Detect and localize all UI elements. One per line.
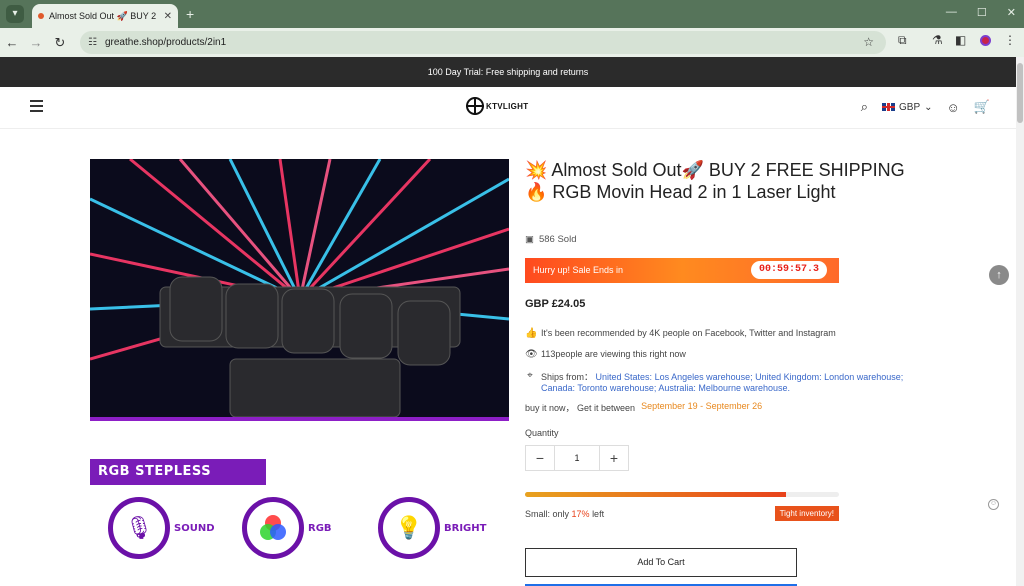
- header-actions: ⌕ GBP ⌄ ☺ 🛒: [861, 99, 990, 115]
- menu-icon[interactable]: [30, 100, 43, 115]
- search-icon[interactable]: ⌕: [861, 99, 868, 115]
- quantity-stepper: − 1 +: [525, 445, 629, 471]
- browser-titlebar: ▾ Almost Sold Out 🚀 BUY 2 FREE SHIPPING …: [0, 0, 1024, 28]
- close-tab-icon[interactable]: ✕: [164, 11, 172, 22]
- feature-label: RGB: [308, 522, 332, 534]
- recommend-line: 👍 It's been recommended by 4K people on …: [525, 328, 945, 339]
- sold-count: ▣ 586 Sold: [525, 234, 945, 245]
- stock-prefix: Small: only: [525, 508, 570, 519]
- stock-progress-bar: [525, 492, 839, 497]
- thumbs-up-icon: 👍: [525, 328, 538, 339]
- tab-title: Almost Sold Out 🚀 BUY 2 FREE SHIPPING: [49, 10, 159, 21]
- site-header: KTVLIGHT ⌕ GBP ⌄ ☺ 🛒: [0, 87, 1016, 129]
- rgb-venn-icon: [260, 515, 286, 540]
- bookmark-star-icon[interactable]: ☆: [863, 35, 874, 49]
- stock-text: Small: only 17% left: [525, 509, 604, 519]
- add-to-cart-button[interactable]: Add To Cart: [525, 548, 797, 577]
- scroll-to-top-button[interactable]: ↑: [989, 265, 1009, 285]
- quantity-input[interactable]: 1: [554, 446, 600, 470]
- extensions-icon[interactable]: ⧉: [898, 33, 907, 48]
- browser-toolbar: ← → ↻ ☷ greathe.shop/products/2in1 ☆: [0, 28, 1024, 57]
- currency-label: GBP: [899, 101, 921, 113]
- page-viewport: 100 Day Trial: Free shipping and returns…: [0, 57, 1016, 586]
- account-icon[interactable]: ☺: [947, 100, 960, 115]
- quantity-plus-button[interactable]: +: [600, 450, 628, 466]
- forward-icon[interactable]: →: [24, 35, 48, 50]
- minimize-icon[interactable]: —: [946, 6, 957, 19]
- browser-menu-icon[interactable]: ⋮: [1004, 33, 1016, 47]
- tab-search-button[interactable]: ▾: [6, 5, 24, 23]
- recommend-text: It's been recommended by 4K people on Fa…: [541, 328, 836, 338]
- tab-favicon-icon: [38, 13, 44, 19]
- reload-icon[interactable]: ↻: [48, 35, 72, 51]
- rgb-stepless-banner: RGB STEPLESS FINGER: [90, 459, 266, 505]
- cart-icon[interactable]: 🛒: [974, 99, 990, 115]
- feature-label: BRIGHT: [444, 522, 487, 534]
- address-bar[interactable]: ☷ greathe.shop/products/2in1 ☆: [80, 31, 886, 54]
- feature-bright: 💡 BRIGHT: [378, 497, 486, 559]
- viewing-text: 113people are viewing this right now: [541, 349, 686, 359]
- feature-sound: 🎙 SOUND: [108, 497, 215, 559]
- product-title: 💥 Almost Sold Out🚀 BUY 2 FREE SHIPPING 🔥…: [525, 159, 945, 203]
- ships-from-line: ⌖ Ships from： United States: Los Angeles…: [525, 370, 925, 393]
- laser-light-photo: [90, 159, 509, 417]
- shop-bag-icon: ▣: [525, 234, 534, 245]
- chat-widget-icon[interactable]: ☺: [988, 499, 999, 510]
- sold-text: 586 Sold: [538, 234, 577, 245]
- currency-selector[interactable]: GBP ⌄: [882, 102, 933, 113]
- maximize-icon[interactable]: ☐: [977, 6, 987, 19]
- close-window-icon[interactable]: ✕: [1007, 6, 1016, 19]
- new-tab-button[interactable]: +: [186, 6, 194, 22]
- quantity-label: Quantity: [525, 428, 559, 438]
- ships-locations: United States: Los Angeles warehouse; Un…: [541, 372, 904, 393]
- page-scrollbar[interactable]: [1016, 57, 1024, 586]
- logo-text: KTVLIGHT: [486, 101, 529, 111]
- feature-rgb: RGB: [242, 497, 332, 559]
- sale-countdown-banner: Hurry up! Sale Ends in 00:59:57.3: [525, 258, 839, 283]
- site-logo[interactable]: KTVLIGHT: [466, 97, 528, 115]
- rgb-circles-icon: [242, 497, 304, 559]
- delivery-prefix: buy it now， Get it between: [525, 403, 636, 413]
- stock-row: Small: only 17% left Tight inventory!: [525, 506, 839, 521]
- globe-logo-icon: [466, 97, 484, 115]
- product-title-line2: 🔥 RGB Movin Head 2 in 1 Laser Light: [525, 182, 836, 202]
- microphone-icon: 🎙: [108, 497, 170, 559]
- countdown-timer: 00:59:57.3: [751, 261, 827, 279]
- profile-avatar[interactable]: [980, 35, 991, 46]
- lightbulb-icon: 💡: [378, 497, 440, 559]
- product-price: GBP £24.05: [525, 298, 586, 310]
- quantity-minus-button[interactable]: −: [526, 450, 554, 466]
- url-text: greathe.shop/products/2in1: [104, 37, 227, 48]
- stock-percent: 17%: [571, 508, 590, 519]
- stock-progress-fill: [525, 492, 786, 497]
- ships-label: Ships from：: [541, 372, 594, 382]
- announcement-bar: 100 Day Trial: Free shipping and returns: [0, 57, 1016, 87]
- active-tab[interactable]: Almost Sold Out 🚀 BUY 2 FREE SHIPPING ✕: [32, 4, 178, 28]
- viewing-line: 👁 113people are viewing this right now: [525, 349, 945, 360]
- site-info-icon[interactable]: ☷: [88, 37, 97, 48]
- tight-inventory-badge: Tight inventory!: [774, 506, 839, 521]
- product-title-line1: 💥 Almost Sold Out🚀 BUY 2 FREE SHIPPING: [525, 160, 905, 180]
- back-icon[interactable]: ←: [0, 35, 24, 50]
- sale-text: Hurry up! Sale Ends in: [533, 265, 624, 275]
- location-pin-icon: ⌖: [527, 370, 533, 381]
- scrollbar-thumb[interactable]: [1017, 63, 1023, 123]
- product-info: 💥 Almost Sold Out🚀 BUY 2 FREE SHIPPING 🔥…: [525, 159, 945, 586]
- window-controls: — ☐ ✕: [946, 6, 1016, 19]
- eye-icon: 👁: [525, 349, 538, 360]
- purple-stripe: [90, 417, 509, 421]
- lab-icon[interactable]: ⚗: [932, 33, 943, 47]
- stock-suffix: left: [592, 508, 605, 519]
- side-panel-icon[interactable]: ◧: [955, 33, 966, 47]
- ships-text: Ships from： United States: Los Angeles w…: [541, 370, 925, 393]
- chevron-down-icon: ⌄: [924, 101, 933, 113]
- feature-label: SOUND: [174, 522, 215, 534]
- uk-flag-icon: [882, 103, 896, 111]
- product-image[interactable]: RGB STEPLESS FINGER 🎙 SOUND RGB 💡 BRIGHT: [90, 159, 509, 586]
- delivery-range: September 19 - September 26: [641, 401, 763, 411]
- delivery-line: buy it now， Get it between September 19 …: [525, 401, 945, 414]
